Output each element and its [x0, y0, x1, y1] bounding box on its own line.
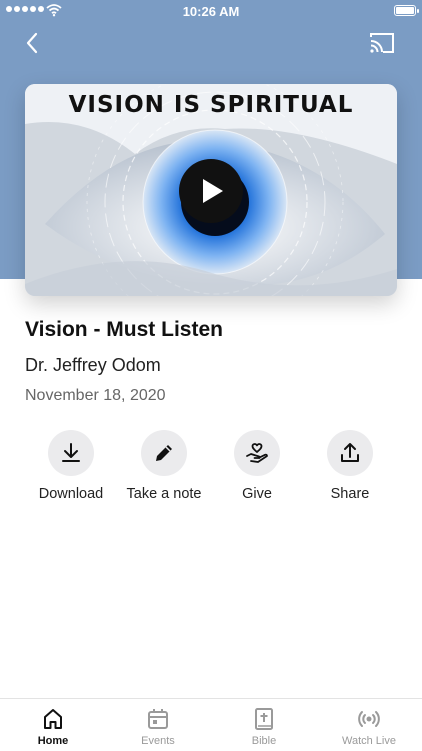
bible-icon [255, 708, 273, 730]
tab-events[interactable]: Events [118, 707, 198, 747]
take-a-note-label: Take a note [126, 486, 202, 502]
sermon-date: November 18, 2020 [25, 387, 166, 404]
artwork-banner-text: VISION IS SPIRITUAL [68, 92, 354, 118]
share-label: Share [330, 486, 370, 502]
tab-bible[interactable]: Bible [224, 707, 304, 747]
action-row: Download Take a note Give Share [0, 430, 422, 510]
pencil-icon [156, 445, 172, 461]
give-hand-heart-icon [246, 443, 268, 463]
speaker-name: Dr. Jeffrey Odom [25, 355, 161, 375]
bottom-tab-bar: Home Events Bible Watch Live [0, 698, 422, 751]
tab-home-label: Home [37, 735, 69, 747]
download-button[interactable]: Download [21, 430, 121, 502]
tab-watch-live-label: Watch Live [341, 735, 396, 747]
status-time: 10:26 AM [182, 4, 240, 19]
download-label: Download [38, 486, 104, 502]
tab-bible-label: Bible [251, 735, 277, 747]
take-a-note-button[interactable]: Take a note [114, 430, 214, 502]
tab-home[interactable]: Home [13, 707, 93, 747]
share-icon [341, 443, 359, 462]
broadcast-icon [358, 711, 380, 727]
sermon-title: Vision - Must Listen [25, 318, 223, 341]
sermon-media-card[interactable]: VISION IS SPIRITUAL [25, 84, 397, 296]
back-chevron-icon[interactable] [20, 30, 46, 56]
play-button[interactable] [179, 159, 243, 223]
calendar-icon [148, 709, 168, 729]
status-bar: 10:26 AM [0, 0, 422, 22]
tab-events-label: Events [141, 735, 175, 747]
home-icon [44, 709, 62, 729]
play-icon [203, 179, 223, 203]
download-icon [62, 443, 80, 462]
share-button[interactable]: Share [300, 430, 400, 502]
give-label: Give [242, 486, 272, 502]
give-button[interactable]: Give [207, 430, 307, 502]
tab-watch-live[interactable]: Watch Live [329, 707, 409, 747]
cast-icon[interactable] [368, 31, 396, 55]
battery-icon [394, 5, 419, 16]
